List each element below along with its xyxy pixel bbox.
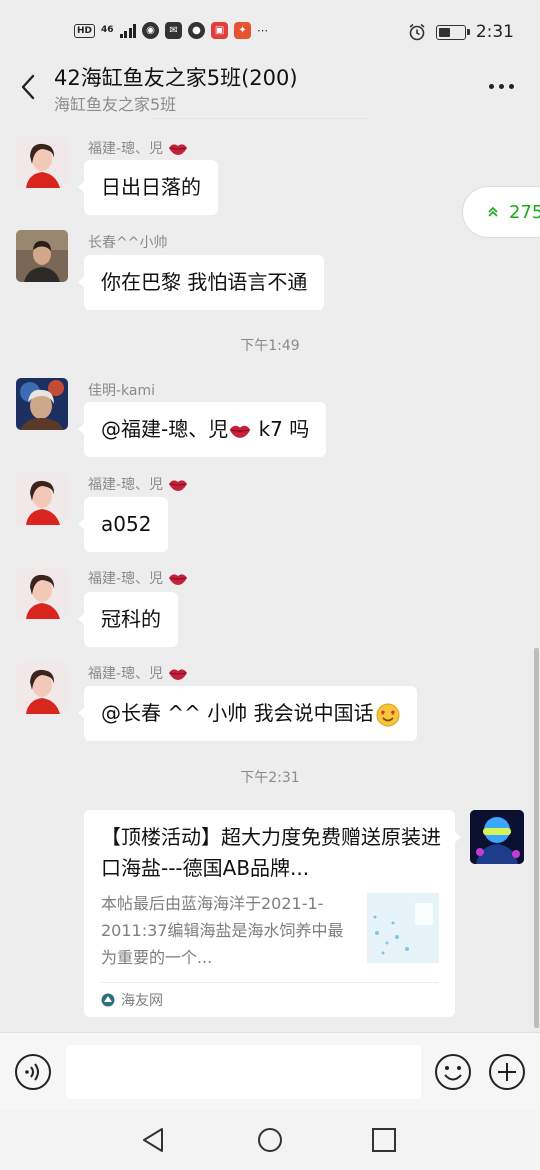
timestamp: 下午2:31 (240, 770, 300, 786)
notification-mail-icon: ✉ (165, 22, 183, 39)
message-text: @长春 ^^ 小帅 我会说中国话 (101, 701, 374, 725)
battery-icon (435, 24, 470, 40)
scrollbar[interactable] (534, 648, 539, 1028)
square-recents-icon (372, 1128, 396, 1152)
status-right: 2:31 (408, 22, 514, 42)
avatar[interactable] (16, 473, 68, 525)
smiling-face-with-heart-eyes-icon (376, 703, 400, 726)
chat-title: 42海缸鱼友之家5班(200) (54, 66, 298, 90)
more-icon-dot (509, 84, 514, 89)
more-icon-dot (499, 84, 504, 89)
link-card-source: 海友网 (101, 990, 163, 1010)
message-bubble[interactable]: a052 (77, 497, 169, 552)
notification-orange-icon: ✦ (234, 22, 252, 39)
link-card-source-name: 海友网 (121, 993, 163, 1009)
message-bubble[interactable]: 你在巴黎 我怕语言不通 (77, 255, 325, 310)
chat-header: 42海缸鱼友之家5班(200) 海缸鱼友之家5班 (0, 56, 540, 118)
sender-name: 福建-璁、児 (88, 474, 188, 494)
emoji-button[interactable] (434, 1053, 472, 1091)
triangle-back-icon (143, 1128, 163, 1152)
lips-icon (168, 669, 187, 680)
nav-home-button[interactable] (254, 1124, 286, 1156)
sender-name: 福建-璁、児 (88, 663, 188, 683)
chat-area[interactable]: 福建-璁、児 日出日落的 长春^^小帅 你在巴黎 我怕语言不通 下午1:49 佳… (0, 118, 540, 1032)
notification-red-icon: ▣ (211, 22, 229, 39)
message-input[interactable] (66, 1045, 421, 1099)
system-nav-bar (0, 1110, 540, 1170)
plus-button[interactable] (488, 1053, 526, 1091)
sender-name: 福建-璁、児 (88, 138, 188, 158)
emoji-icon (435, 1054, 471, 1090)
more-button[interactable] (489, 78, 514, 95)
sender-name: 福建-璁、児 (88, 568, 188, 588)
voice-button[interactable] (14, 1053, 52, 1091)
voice-icon (15, 1054, 51, 1090)
site-logo-icon (101, 993, 115, 1007)
my-avatar[interactable] (470, 810, 524, 864)
nav-back-button[interactable] (138, 1124, 170, 1156)
sender-name: 长春^^小帅 (88, 235, 168, 251)
notification-more-icon: ⋯ (257, 24, 269, 37)
circle-home-icon (258, 1128, 282, 1152)
message-bubble[interactable]: @福建-璁、児 k7 吗 (77, 402, 327, 457)
link-card-title: 【顶楼活动】超大力度免费赠送原装进口海盐---德国AB品牌... (101, 825, 441, 880)
avatar[interactable] (16, 567, 68, 619)
plus-icon (489, 1054, 525, 1090)
link-card[interactable]: 【顶楼活动】超大力度免费赠送原装进口海盐---德国AB品牌... 本帖最后由蓝海… (84, 810, 461, 1017)
input-bar (0, 1032, 540, 1110)
avatar[interactable] (16, 230, 68, 282)
avatar[interactable] (16, 378, 68, 430)
more-icon (489, 84, 494, 89)
network-type: 46 (101, 25, 114, 35)
avatar[interactable] (16, 662, 68, 714)
mention-text: @福建-璁、児 (101, 417, 229, 441)
unread-messages-button[interactable]: 275 (462, 186, 540, 238)
message-bubble[interactable]: 日出日落的 (78, 160, 218, 215)
back-button[interactable] (14, 70, 42, 104)
lips-icon (168, 144, 187, 155)
message-text: k7 吗 (252, 417, 310, 441)
timestamp: 下午1:49 (240, 338, 300, 354)
clock: 2:31 (475, 22, 514, 42)
unread-count: 275 (509, 201, 540, 223)
divider (101, 982, 438, 983)
status-left: HD 46 ◉ ✉ ● ▣ ✦ ⋯ (74, 22, 268, 39)
notification-app-icon: ◉ (142, 22, 160, 39)
signal-icon (119, 23, 137, 38)
notification-qq-icon: ● (188, 22, 206, 39)
nav-recents-button[interactable] (368, 1124, 400, 1156)
lips-icon (168, 574, 187, 585)
message-bubble[interactable]: @长春 ^^ 小帅 我会说中国话 (78, 686, 417, 741)
hd-indicator: HD (74, 23, 96, 38)
link-card-description: 本帖最后由蓝海海洋于2021-1-2011:37编辑海盐是海水饲养中最为重要的一… (101, 894, 344, 967)
back-arrow-icon (21, 74, 35, 100)
lips-icon (168, 480, 187, 491)
lips-icon (229, 425, 251, 438)
message-bubble[interactable]: 冠科的 (78, 592, 178, 647)
battery-fill (438, 27, 451, 37)
sender-name: 佳明-kami (88, 383, 156, 399)
double-chevron-up-icon (488, 206, 498, 217)
alarm-icon (409, 23, 425, 41)
link-card-thumbnail (367, 893, 439, 963)
chat-subtitle: 海缸鱼友之家5班 (54, 95, 177, 114)
avatar[interactable] (16, 136, 68, 188)
